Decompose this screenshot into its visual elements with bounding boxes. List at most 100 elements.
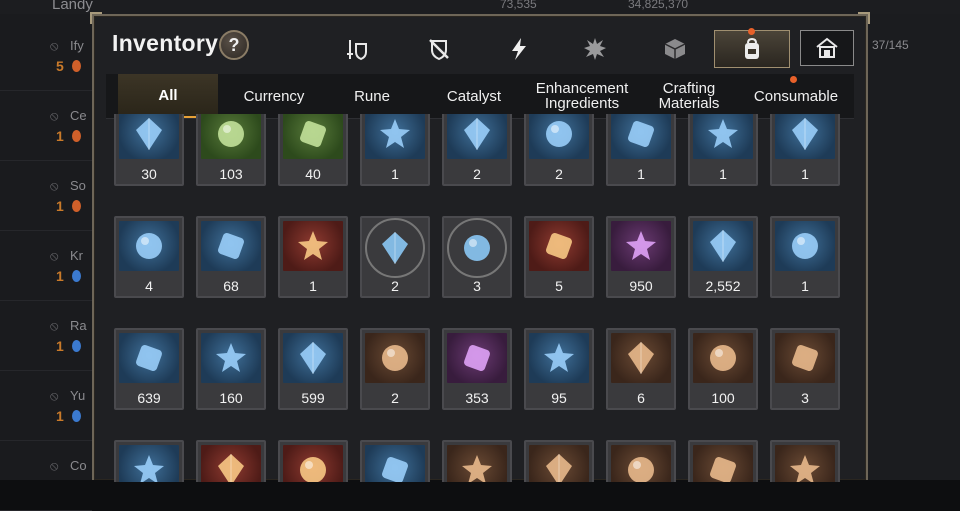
dark-crystal-icon bbox=[119, 221, 179, 271]
item-quantity: 639 bbox=[137, 390, 161, 406]
inventory-item-slot[interactable]: 1 bbox=[360, 114, 430, 186]
inventory-item-slot[interactable]: 1 bbox=[688, 114, 758, 186]
equipment-icon[interactable] bbox=[342, 34, 372, 64]
horn-icon bbox=[119, 114, 179, 159]
cross-badge-icon bbox=[775, 333, 835, 383]
quill-icon bbox=[201, 221, 261, 271]
item-quantity: 950 bbox=[629, 278, 653, 294]
tab-rune[interactable]: Rune bbox=[332, 74, 412, 118]
background-hero-name: Yu bbox=[70, 388, 86, 403]
inventory-item-slot[interactable] bbox=[442, 440, 512, 482]
help-button[interactable]: ? bbox=[219, 30, 249, 60]
inventory-item-slot[interactable]: 1 bbox=[770, 216, 840, 298]
inventory-item-slot[interactable]: 1 bbox=[278, 216, 348, 298]
inventory-item-slot[interactable]: 3 bbox=[442, 216, 512, 298]
background-gems: 34,825,370 bbox=[628, 0, 689, 11]
inventory-item-slot[interactable]: 4 bbox=[114, 216, 184, 298]
artifact-icon[interactable] bbox=[424, 34, 454, 64]
fire-element-icon bbox=[72, 60, 81, 72]
background-hero-count: 1 bbox=[56, 198, 64, 214]
inventory-item-slot[interactable]: 2 bbox=[360, 328, 430, 410]
crate-icon bbox=[529, 114, 589, 159]
stone-tablet-icon bbox=[365, 445, 425, 482]
background-hero-count: 1 bbox=[56, 408, 64, 424]
tab-enhancement-ingredients[interactable]: Enhancement Ingredients bbox=[530, 74, 634, 118]
item-quantity: 2 bbox=[391, 390, 399, 406]
sword-icon bbox=[693, 114, 753, 159]
background-hero-name: Ce bbox=[70, 108, 87, 123]
amulet-icon bbox=[365, 114, 425, 159]
inventory-title: Inventory bbox=[112, 30, 219, 56]
inventory-item-slot[interactable] bbox=[524, 440, 594, 482]
inventory-item-slot[interactable]: 95 bbox=[524, 328, 594, 410]
inventory-item-slot[interactable]: 68 bbox=[196, 216, 266, 298]
card-icon bbox=[365, 333, 425, 383]
star-charm-icon bbox=[529, 333, 589, 383]
stone-icon bbox=[283, 114, 343, 159]
inventory-item-slot[interactable]: 30 bbox=[114, 114, 184, 186]
inventory-item-slot[interactable] bbox=[770, 440, 840, 482]
background-hero-count: 1 bbox=[56, 338, 64, 354]
inventory-item-slot[interactable]: 6 bbox=[606, 328, 676, 410]
horse-head-icon bbox=[611, 445, 671, 482]
cube-icon[interactable] bbox=[660, 34, 690, 64]
tab-label: All bbox=[158, 86, 178, 104]
inventory-item-slot[interactable] bbox=[606, 440, 676, 482]
gold-shield-icon bbox=[283, 445, 343, 482]
inventory-item-slot[interactable]: 1 bbox=[770, 114, 840, 186]
pink-pyramid-icon bbox=[447, 333, 507, 383]
fist-emblem-icon bbox=[447, 445, 507, 482]
inventory-item-slot[interactable]: 599 bbox=[278, 328, 348, 410]
inventory-item-slot[interactable]: 639 bbox=[114, 328, 184, 410]
pendant-icon bbox=[775, 221, 835, 271]
fire-element-icon bbox=[72, 130, 81, 142]
item-quantity: 5 bbox=[555, 278, 563, 294]
tab-crafting-materials[interactable]: Crafting Materials bbox=[644, 74, 734, 118]
inventory-item-slot[interactable]: 950 bbox=[606, 216, 676, 298]
inventory-item-slot[interactable]: 353 bbox=[442, 328, 512, 410]
inventory-item-slot[interactable]: 1 bbox=[606, 114, 676, 186]
inventory-item-slot[interactable]: 3 bbox=[770, 328, 840, 410]
item-quantity: 68 bbox=[223, 278, 239, 294]
background-hero-name: So bbox=[70, 178, 86, 193]
clover-icon bbox=[775, 445, 835, 482]
category-tab-bar: All Currency Rune Catalyst Enhancement I… bbox=[106, 74, 854, 119]
splash-icon[interactable] bbox=[580, 34, 610, 64]
inventory-item-slot[interactable] bbox=[196, 440, 266, 482]
item-quantity: 353 bbox=[465, 390, 489, 406]
inventory-panel: Inventory ? All Currency Rune Catalyst E… bbox=[90, 12, 870, 482]
background-hero-row: Co ⦸ bbox=[0, 452, 92, 511]
storage-house-icon[interactable] bbox=[800, 30, 854, 66]
tab-catalyst[interactable]: Catalyst bbox=[426, 74, 522, 118]
inventory-item-slot[interactable]: 40 bbox=[278, 114, 348, 186]
inventory-item-slot[interactable]: 2,552 bbox=[688, 216, 758, 298]
background-slots: 37/145 bbox=[872, 38, 909, 52]
background-header: Landy 73,535 34,825,370 bbox=[0, 0, 960, 14]
rose-icon bbox=[201, 114, 261, 159]
item-quantity: 599 bbox=[301, 390, 325, 406]
item-quantity: 95 bbox=[551, 390, 567, 406]
inventory-item-slot[interactable] bbox=[278, 440, 348, 482]
inventory-item-slot[interactable]: 103 bbox=[196, 114, 266, 186]
inventory-item-slot[interactable]: 2 bbox=[442, 114, 512, 186]
water-element-icon bbox=[72, 270, 81, 282]
inventory-item-slot[interactable]: 160 bbox=[196, 328, 266, 410]
tab-all[interactable]: All bbox=[118, 74, 218, 118]
lightning-icon[interactable] bbox=[504, 34, 534, 64]
background-portraits: 37/145 bbox=[868, 14, 960, 480]
inventory-item-slot[interactable] bbox=[688, 440, 758, 482]
item-quantity: 3 bbox=[801, 390, 809, 406]
background-hero-icon: ⦸ bbox=[50, 318, 59, 333]
item-quantity: 1 bbox=[719, 166, 727, 182]
consumable-notification-dot bbox=[790, 76, 797, 83]
inventory-item-slot[interactable] bbox=[360, 440, 430, 482]
item-quantity: 1 bbox=[309, 278, 317, 294]
tab-currency[interactable]: Currency bbox=[222, 74, 326, 118]
inventory-item-slot[interactable] bbox=[114, 440, 184, 482]
inventory-item-slot[interactable]: 2 bbox=[524, 114, 594, 186]
inventory-item-slot[interactable]: 100 bbox=[688, 328, 758, 410]
item-quantity: 2 bbox=[473, 166, 481, 182]
inventory-item-slot[interactable]: 5 bbox=[524, 216, 594, 298]
inventory-item-slot[interactable]: 2 bbox=[360, 216, 430, 298]
backpack-icon[interactable] bbox=[714, 30, 790, 68]
